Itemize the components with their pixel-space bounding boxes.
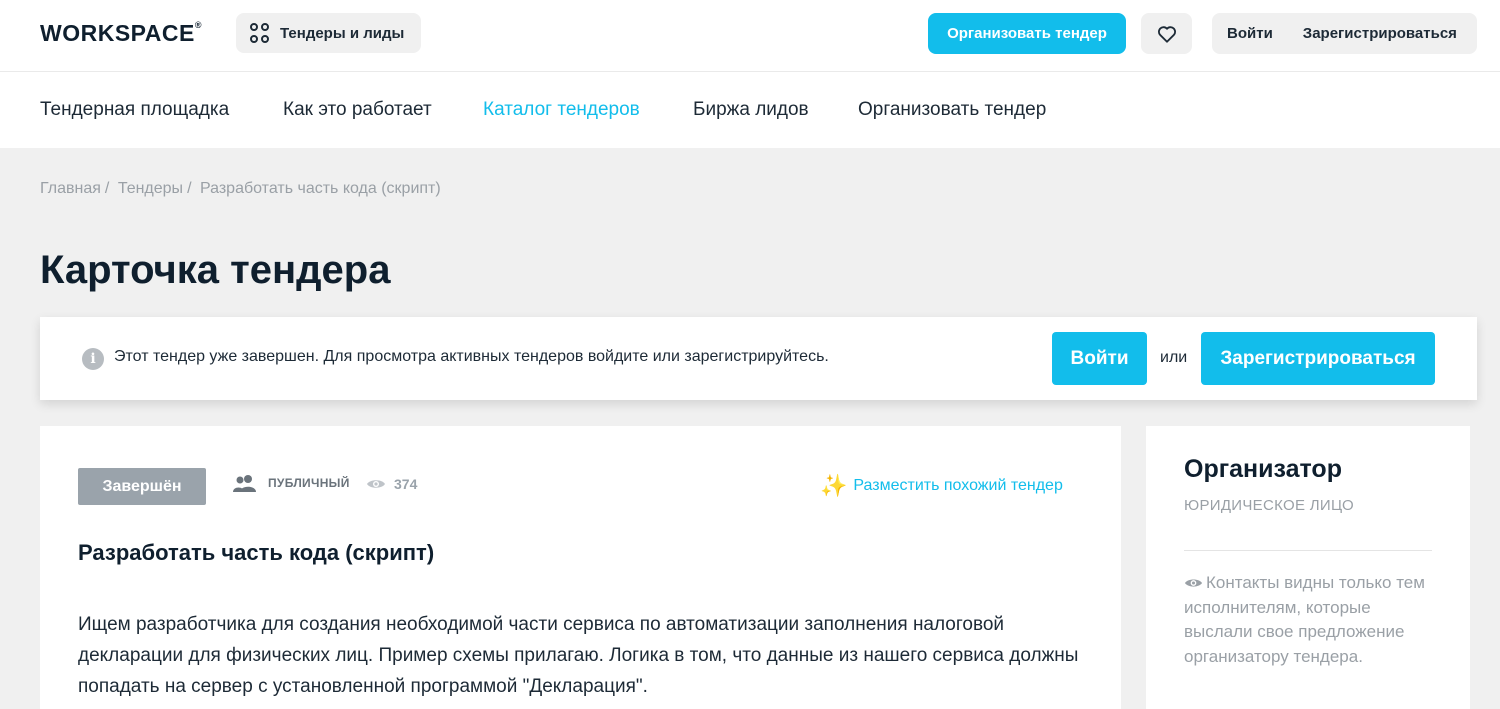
nav-item-how-it-works[interactable]: Как это работает	[283, 99, 432, 121]
breadcrumb-home[interactable]: Главная	[40, 180, 101, 197]
nav-item-leads-exchange[interactable]: Биржа лидов	[693, 99, 809, 121]
apps-grid-icon	[250, 23, 270, 43]
notice-register-button[interactable]: Зарегистрироваться	[1201, 332, 1435, 385]
auth-box: Войти Зарегистрироваться	[1212, 13, 1477, 54]
workspace-logo[interactable]: WORKSPACE®	[40, 20, 202, 47]
nav-item-catalog[interactable]: Каталог тендеров	[483, 99, 640, 121]
tenders-leads-label: Тендеры и лиды	[280, 24, 405, 42]
breadcrumb-current: Разработать часть кода (скрипт)	[199, 180, 441, 197]
favorites-button[interactable]	[1141, 13, 1192, 54]
nav-item-organize[interactable]: Организовать тендер	[858, 99, 1046, 121]
breadcrumb-separator: /	[104, 180, 110, 197]
organizer-type: ЮРИДИЧЕСКОЕ ЛИЦО	[1184, 497, 1354, 514]
info-icon: i	[82, 348, 104, 370]
breadcrumb-tenders[interactable]: Тендеры	[118, 180, 183, 197]
visibility-indicator: ПУБЛИЧНЫЙ	[232, 474, 350, 492]
breadcrumb: Главная / Тендеры / Разработать часть кода…	[40, 180, 441, 198]
notice-or-label: или	[1160, 349, 1188, 366]
top-header: WORKSPACE® Тендеры и лиды Организовать т…	[0, 0, 1500, 72]
views-count: 374	[394, 476, 418, 492]
eye-icon	[1184, 579, 1203, 587]
heart-icon	[1157, 25, 1176, 43]
visibility-label: ПУБЛИЧНЫЙ	[268, 476, 350, 490]
breadcrumb-separator: /	[187, 180, 192, 197]
divider	[1184, 550, 1432, 551]
page-title: Карточка тендера	[40, 248, 391, 292]
users-icon	[233, 475, 256, 492]
tenders-leads-button[interactable]: Тендеры и лиды	[236, 13, 421, 53]
status-badge: Завершён	[78, 468, 206, 505]
sparkles-icon: ✨	[820, 473, 848, 498]
tender-title: Разработать часть кода (скрипт)	[78, 540, 435, 565]
organizer-panel: Организатор ЮРИДИЧЕСКОЕ ЛИЦО Контакты ви…	[1146, 426, 1470, 709]
eye-icon	[367, 480, 385, 488]
header-login-link[interactable]: Войти	[1227, 25, 1273, 42]
views-counter: 374	[366, 476, 417, 492]
organizer-heading: Организатор	[1184, 455, 1342, 483]
post-similar-label: Разместить похожий тендер	[853, 477, 1063, 494]
header-register-link[interactable]: Зарегистрироваться	[1303, 25, 1457, 42]
post-similar-tender-link[interactable]: ✨ Разместить похожий тендер	[820, 473, 1063, 499]
notice-message: Этот тендер уже завершен. Для просмотра …	[114, 348, 829, 365]
tender-card: Завершён ПУБЛИЧНЫЙ 374 ✨ Разместить похо…	[40, 426, 1121, 709]
tender-description: Ищем разработчика для создания необходим…	[78, 614, 1079, 697]
main-nav: Тендерная площадка Как это работает Ката…	[0, 72, 1500, 148]
contacts-note-text: Контакты видны только тем исполнителям, …	[1184, 573, 1425, 666]
contacts-note: Контакты видны только тем исполнителям, …	[1184, 571, 1434, 669]
organize-tender-button[interactable]: Организовать тендер	[928, 13, 1126, 54]
nav-item-platform[interactable]: Тендерная площадка	[40, 99, 229, 121]
completed-notice: i Этот тендер уже завершен. Для просмотр…	[40, 317, 1477, 400]
notice-login-button[interactable]: Войти	[1052, 332, 1147, 385]
